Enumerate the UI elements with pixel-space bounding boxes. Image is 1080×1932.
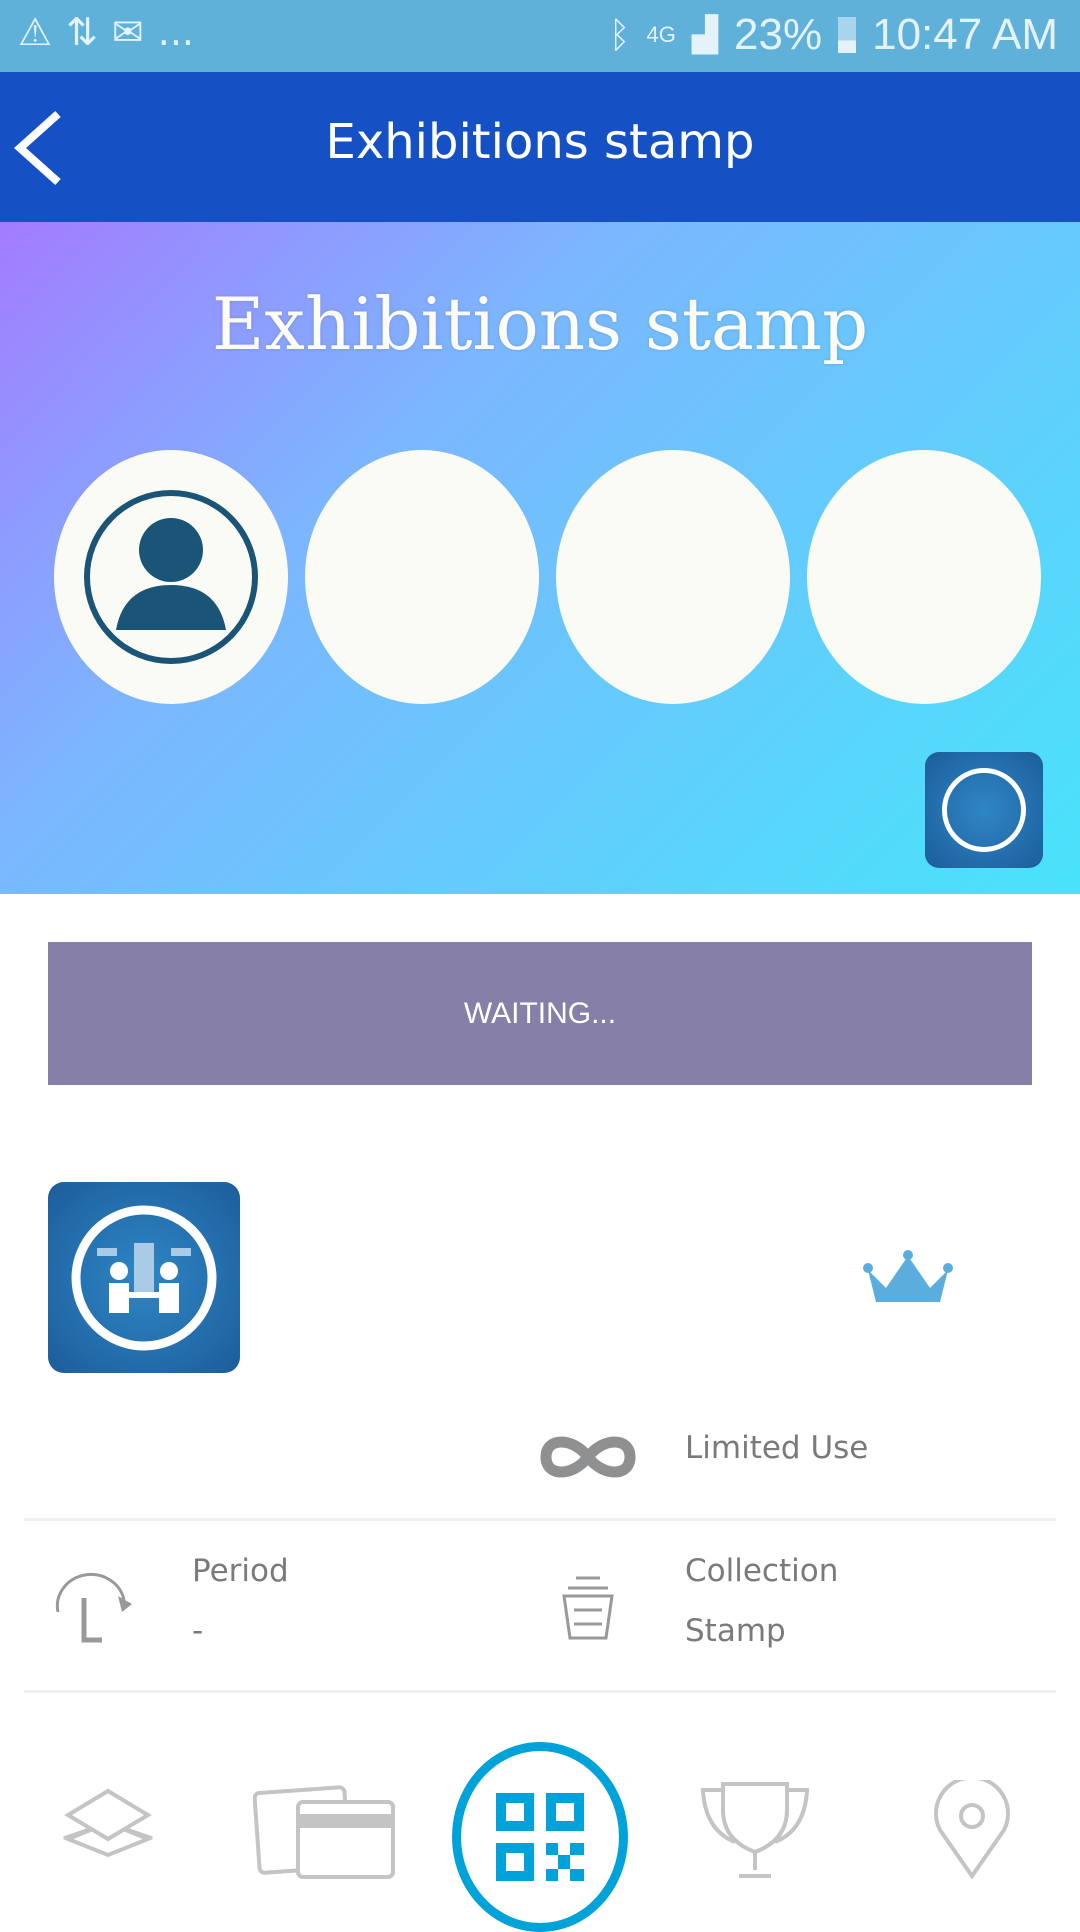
stamp-slot-empty	[556, 450, 790, 704]
person-icon	[84, 490, 258, 664]
layers-icon	[63, 1788, 153, 1858]
collection-cup-icon	[562, 1576, 614, 1640]
signal-icon: ▟	[691, 16, 719, 54]
banner-title: Exhibitions stamp	[211, 282, 869, 366]
stamp-slot-collected	[54, 450, 288, 704]
usage-label: Limited Use	[685, 1430, 869, 1466]
gmail-icon: ✉	[111, 10, 144, 54]
stamp-card-banner: Exhibitions stamp	[0, 222, 1080, 894]
more-notifications: ...	[157, 10, 195, 54]
nav-location[interactable]	[912, 1770, 1032, 1890]
nav-cards[interactable]	[250, 1770, 400, 1890]
battery-percent: 23%	[734, 10, 823, 59]
stamp-slot-empty	[807, 450, 1041, 704]
network-type: 4G	[646, 22, 676, 47]
location-pin-icon	[934, 1780, 1010, 1880]
trophy-icon	[700, 1782, 810, 1878]
clock: 10:47 AM	[872, 10, 1058, 59]
waiting-button[interactable]: WAITING...	[48, 942, 1032, 1085]
exhibition-logo-small	[925, 752, 1043, 868]
period-value: -	[192, 1613, 204, 1649]
divider	[24, 1690, 1056, 1693]
nav-layers[interactable]	[48, 1770, 168, 1890]
divider	[24, 1518, 1056, 1521]
stamp-slot-empty	[305, 450, 539, 704]
period-clock-icon	[55, 1573, 132, 1643]
period-label: Period	[192, 1553, 289, 1589]
handshake-icon	[71, 1205, 217, 1350]
nav-rewards[interactable]	[695, 1770, 815, 1890]
type-label: Collection	[685, 1553, 839, 1589]
alert-icon: ⚠	[18, 10, 53, 54]
infinity-icon	[540, 1436, 636, 1478]
bluetooth-icon: ᛒ	[608, 14, 631, 55]
transfer-icon: ⇅	[66, 10, 98, 54]
app-bar: Exhibitions stamp	[0, 72, 1080, 222]
status-bar: ⚠ ⇅ ✉ ... ᛒ 4G ▟ 23% 10:47 AM	[0, 0, 1080, 72]
battery-icon	[838, 17, 857, 53]
cards-icon	[252, 1785, 395, 1879]
type-value: Stamp	[685, 1613, 786, 1649]
page-title: Exhibitions stamp	[325, 114, 755, 170]
qr-code-icon	[496, 1793, 584, 1881]
nav-scan-qr[interactable]	[452, 1742, 628, 1932]
exhibition-logo	[48, 1182, 240, 1373]
crown-icon	[863, 1250, 953, 1302]
